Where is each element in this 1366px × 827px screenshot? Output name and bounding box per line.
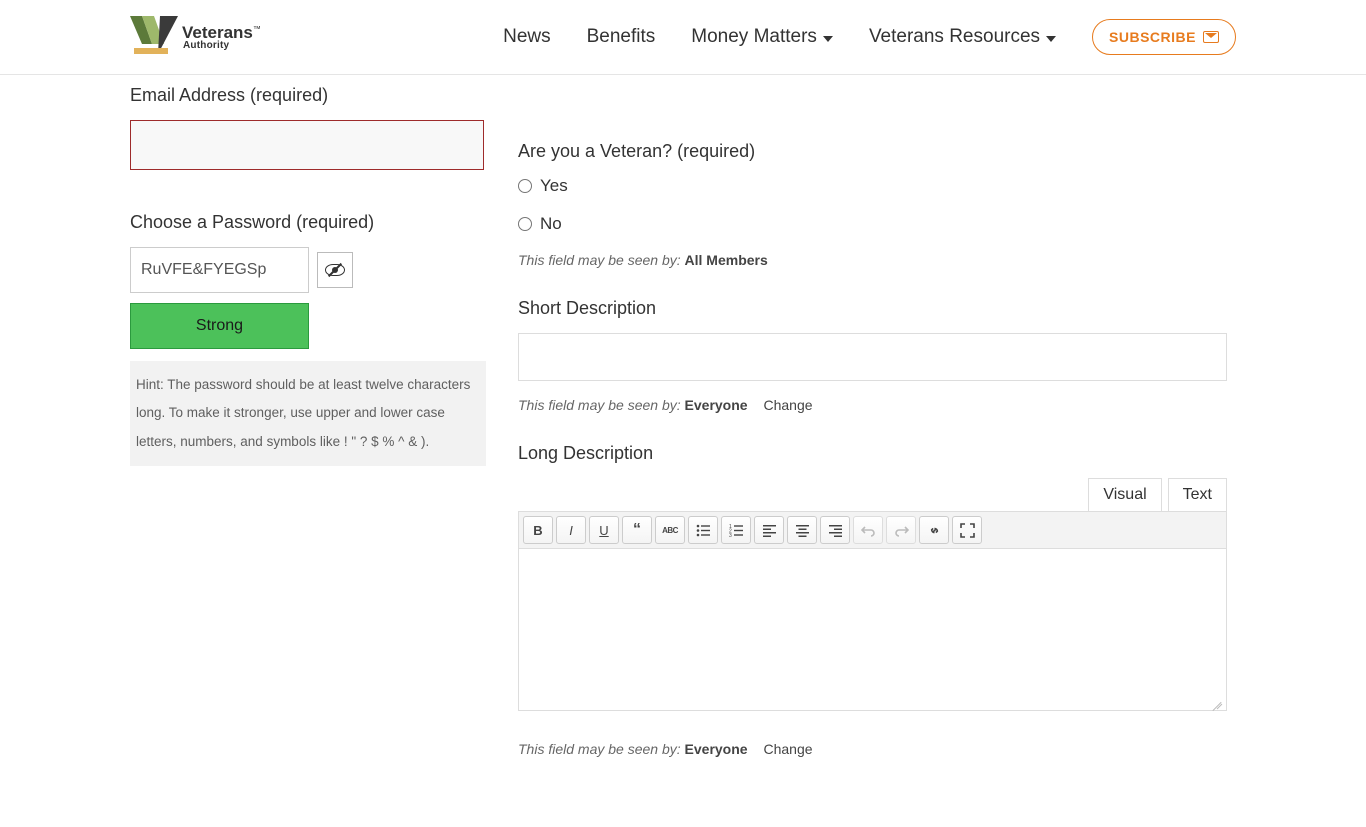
strikethrough-button[interactable]: ABC: [655, 516, 685, 544]
veteran-yes-label: Yes: [540, 176, 568, 196]
resize-handle-icon[interactable]: [1210, 696, 1224, 710]
svg-text:3: 3: [729, 533, 732, 538]
subscribe-button[interactable]: SUBSCRIBE: [1092, 19, 1236, 55]
short-description-change-link[interactable]: Change: [763, 397, 812, 413]
nav-news[interactable]: News: [503, 26, 551, 48]
bold-button[interactable]: B: [523, 516, 553, 544]
editor-toolbar: B I U “ ABC 123: [518, 511, 1227, 549]
email-label: Email Address (required): [130, 85, 486, 106]
veteran-yes-row: Yes: [518, 176, 1236, 196]
long-description-change-link[interactable]: Change: [763, 741, 812, 757]
password-label: Choose a Password (required): [130, 212, 486, 233]
toggle-password-visibility-button[interactable]: [317, 252, 353, 288]
page-body: Email Address (required) Choose a Passwo…: [0, 75, 1366, 827]
blockquote-button[interactable]: “: [622, 516, 652, 544]
chevron-down-icon: [1046, 36, 1056, 42]
long-description-visibility-note: This field may be seen by: Everyone Chan…: [518, 741, 1236, 757]
nav-benefits[interactable]: Benefits: [587, 26, 656, 48]
long-description-editor: Visual Text B I U “ ABC 123: [518, 478, 1227, 711]
logo-mark: [130, 16, 178, 58]
long-description-textarea[interactable]: [518, 549, 1227, 711]
password-hint: Hint: The password should be at least tw…: [130, 361, 486, 466]
veteran-no-label: No: [540, 214, 562, 234]
align-center-button[interactable]: [787, 516, 817, 544]
editor-tab-visual[interactable]: Visual: [1088, 478, 1161, 511]
veteran-yes-radio[interactable]: [518, 179, 532, 193]
numbered-list-button[interactable]: 123: [721, 516, 751, 544]
logo-text: Veterans™ Authority: [182, 24, 261, 51]
italic-button[interactable]: I: [556, 516, 586, 544]
mail-icon: [1203, 31, 1219, 43]
password-strength-indicator: Strong: [130, 303, 309, 349]
nav-money-matters[interactable]: Money Matters: [691, 26, 833, 48]
account-details-column: Email Address (required) Choose a Passwo…: [130, 85, 486, 787]
veteran-visibility-note: This field may be seen by: All Members: [518, 252, 1236, 268]
short-description-label: Short Description: [518, 298, 1236, 319]
profile-details-column: Are you a Veteran? (required) Yes No Thi…: [518, 85, 1236, 787]
bullet-list-button[interactable]: [688, 516, 718, 544]
redo-button[interactable]: [886, 516, 916, 544]
fullscreen-button[interactable]: [952, 516, 982, 544]
editor-tabs: Visual Text: [518, 478, 1227, 511]
underline-button[interactable]: U: [589, 516, 619, 544]
long-description-label: Long Description: [518, 443, 1236, 464]
align-left-button[interactable]: [754, 516, 784, 544]
short-description-input[interactable]: [518, 333, 1227, 381]
editor-tab-text[interactable]: Text: [1168, 478, 1227, 511]
undo-button[interactable]: [853, 516, 883, 544]
link-button[interactable]: [919, 516, 949, 544]
email-input[interactable]: [130, 120, 484, 170]
site-header: Veterans™ Authority News Benefits Money …: [0, 0, 1366, 75]
eye-slash-icon: [325, 264, 345, 276]
align-right-button[interactable]: [820, 516, 850, 544]
veteran-no-row: No: [518, 214, 1236, 234]
veteran-no-radio[interactable]: [518, 217, 532, 231]
password-input[interactable]: [130, 247, 309, 293]
site-logo[interactable]: Veterans™ Authority: [130, 16, 261, 58]
short-description-visibility-note: This field may be seen by: Everyone Chan…: [518, 397, 1236, 413]
chevron-down-icon: [823, 36, 833, 42]
nav-veterans-resources[interactable]: Veterans Resources: [869, 26, 1056, 48]
main-nav: News Benefits Money Matters Veterans Res…: [503, 19, 1236, 55]
veteran-question-label: Are you a Veteran? (required): [518, 141, 1236, 162]
